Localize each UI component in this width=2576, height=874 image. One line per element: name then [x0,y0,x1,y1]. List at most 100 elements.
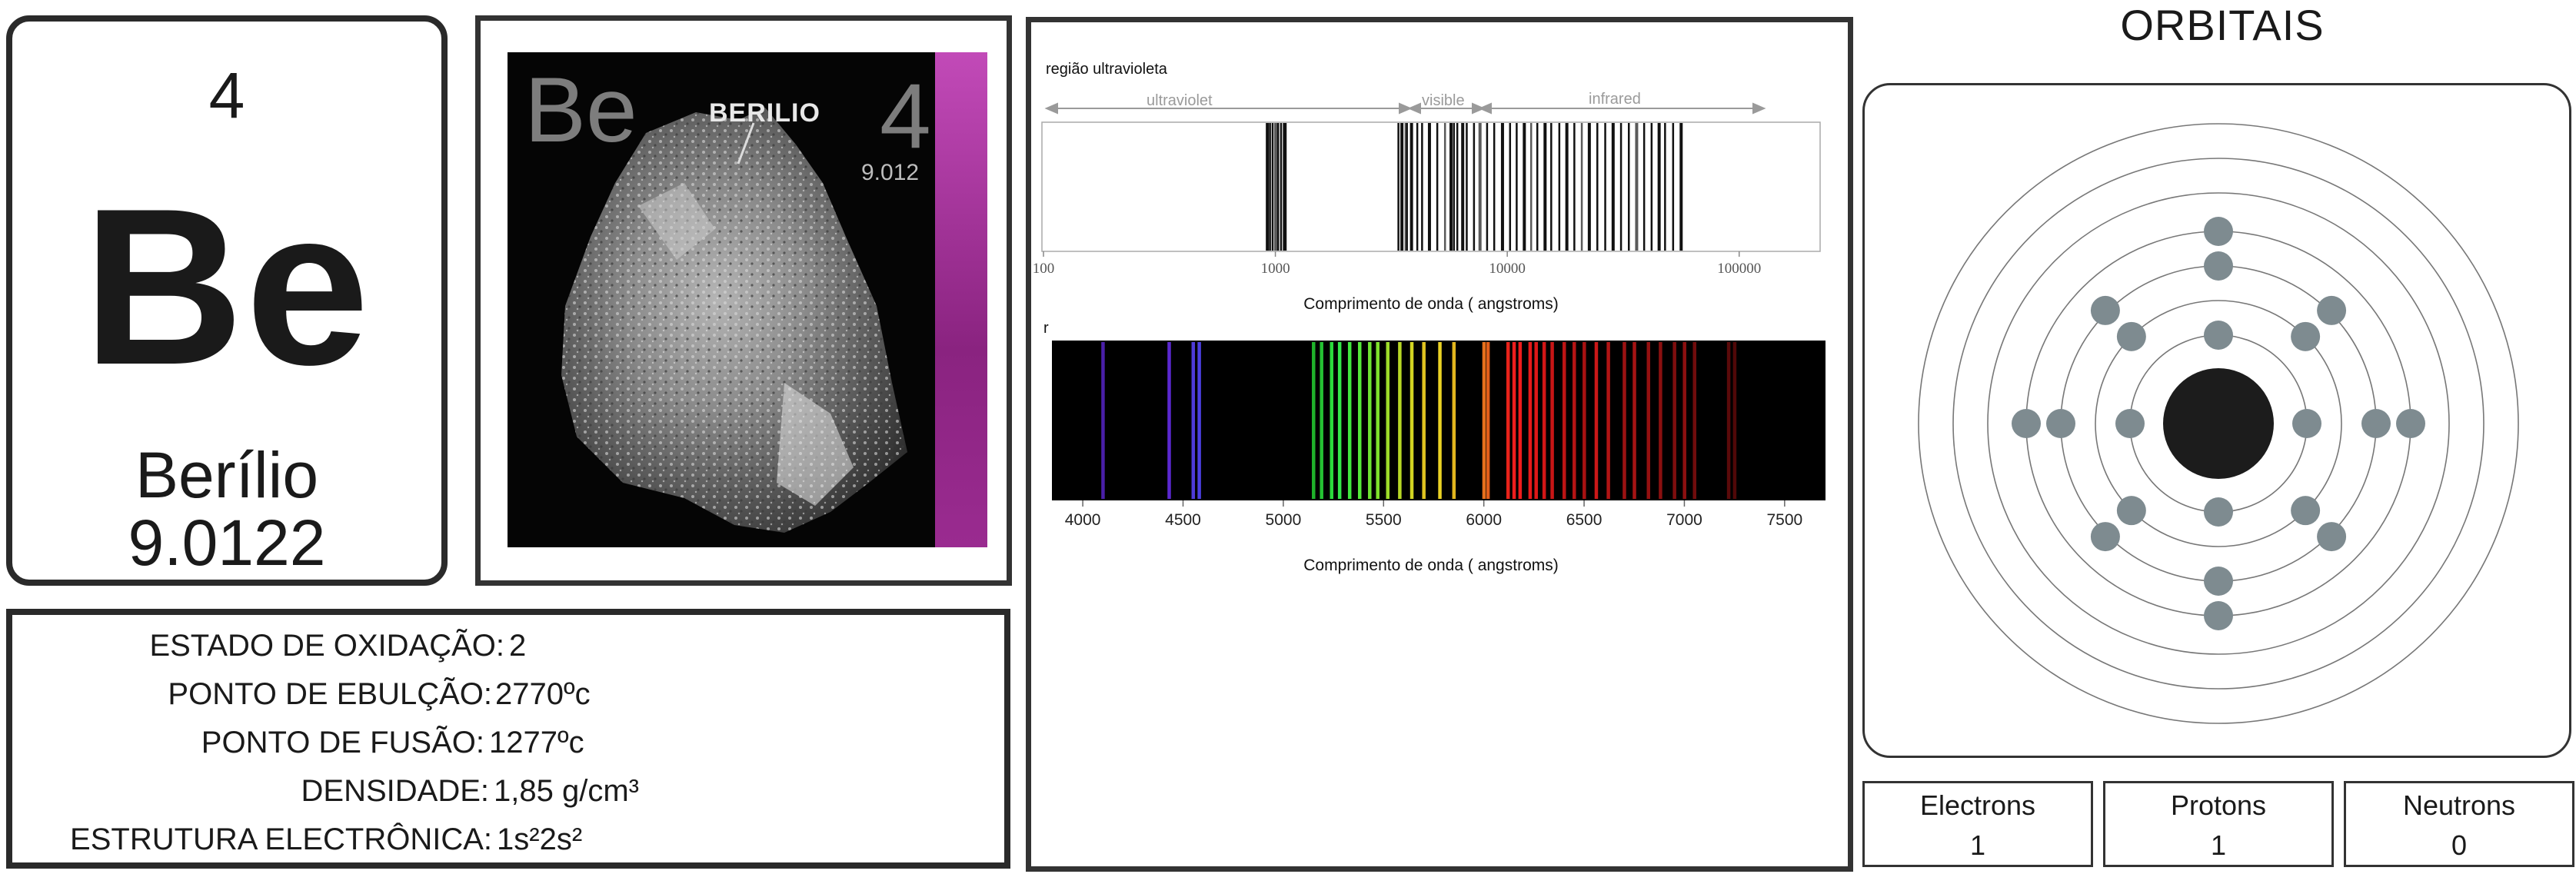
bottom-corner-label: r [1043,320,1049,337]
property-value: 2 [509,629,527,663]
spectral-line [1580,123,1583,251]
photo-symbol: Be [524,58,637,161]
property-value: 1,85 g/cm³ [494,774,639,808]
band-label-infrared: infrared [1589,91,1641,108]
electron [2361,409,2391,438]
spectral-line [1627,123,1630,251]
emission-line [1542,342,1546,499]
emission-line [1726,342,1731,499]
tick-label: 10000 [1489,261,1526,277]
emission-line [1506,342,1510,499]
property-value: 1s²2s² [497,822,583,856]
spectral-line [1453,123,1456,251]
spectral-line [1456,123,1459,251]
atomic-mass: 9.0122 [128,507,326,579]
emission-line [1692,342,1696,499]
emission-line [1672,342,1676,499]
photo-side-strip [935,52,987,547]
spectral-line [1635,123,1639,251]
tick-label: 100000 [1717,261,1761,277]
top-axis-ticks: 100 1000 10000 100000 [1033,251,1761,277]
top-axis-label: Comprimento de onda ( angstroms) [1303,295,1558,313]
spectral-line [1500,123,1504,251]
emission-line [1550,342,1554,499]
tick-label: 1000 [1261,261,1290,277]
emission-line [1357,342,1362,499]
electrons-box: Electrons 1 [1862,781,2093,867]
spectral-line [1509,123,1512,251]
spectral-line [1573,123,1576,251]
property-label: PONTO DE FUSÃO: [201,726,484,759]
emission-line [1101,342,1105,499]
region-title: região ultravioleta [1046,61,1168,78]
property-row: ESTADO DE OXIDAÇÃO: 2 [12,629,1004,667]
emission-line [1197,342,1201,499]
property-row: ESTRUTURA ELECTRÔNICA: 1s²2s² [12,822,1004,861]
nucleus [2163,368,2274,479]
tick-label: 4500 [1165,511,1201,529]
tick-label: 7000 [1666,511,1702,529]
spectral-line [1276,123,1280,251]
emission-line [1594,342,1599,499]
property-label: ESTADO DE OXIDAÇÃO: [149,629,504,663]
protons-title: Protons [2170,789,2267,821]
emission-line [1482,342,1486,499]
photo-number: 4 [880,65,931,168]
emission-line [1646,342,1651,499]
properties-panel: ESTADO DE OXIDAÇÃO: 2 PONTO DE EBULÇÃO: … [6,609,1010,869]
electron [2291,321,2321,351]
spectral-line [1436,123,1439,251]
spectral-line [1596,123,1599,251]
spectral-line [1664,123,1666,251]
spectral-line [1274,123,1278,251]
emission-line [1732,342,1737,499]
tick-label: 5500 [1366,511,1402,529]
emission-line [1330,342,1333,499]
spectral-line [1516,123,1518,251]
spectral-line [1461,123,1465,251]
spectral-line [1523,123,1526,251]
spectral-line [1536,123,1539,251]
neutrons-title: Neutrons [2402,789,2516,821]
emission-line [1312,342,1316,499]
emission-line [1386,342,1390,499]
element-tile: 4 Be Berílio 9.0122 [6,15,448,586]
spectral-line [1650,123,1653,251]
spectral-line [1443,123,1446,251]
emission-line [1562,342,1566,499]
property-value: 1277ºc [489,726,584,759]
bottom-axis-ticks: 4000 4500 5000 5500 6000 6500 7000 7500 [1065,500,1802,529]
emission-line [1320,342,1323,499]
bottom-axis-label: Comprimento de onda ( angstroms) [1303,557,1558,574]
spectral-line [1679,123,1683,251]
bohr-diagram [1918,123,2519,724]
electron [2204,217,2233,246]
emission-line [1632,342,1636,499]
emission-line [1606,342,1610,499]
spectral-line [1550,123,1553,251]
tick-label: 6000 [1466,511,1502,529]
orbital-diagram-box [1862,83,2571,758]
tick-label: 7500 [1766,511,1802,529]
property-label: ESTRUTURA ELECTRÔNICA: [70,822,492,856]
spectral-line [1657,123,1661,251]
property-row: DENSIDADE: 1,85 g/cm³ [12,774,1004,813]
spectral-line [1493,123,1496,251]
spectral-line [1611,123,1615,251]
emission-line [1368,342,1372,499]
tick-label: 5000 [1266,511,1302,529]
beryllium-photo: Be 4 9.012 BERILIO [508,52,987,547]
electron [2204,567,2233,596]
emission-line [1682,342,1686,499]
electron [2090,295,2120,325]
electron [2204,321,2233,350]
emission-line [1622,342,1626,499]
emission-line [1438,342,1442,499]
spectral-line [1604,123,1606,251]
neutrons-value: 0 [2451,829,2468,861]
tick-label: 6500 [1566,511,1603,529]
property-label: DENSIDADE: [301,774,490,808]
neutrons-box: Neutrons 0 [2344,781,2574,867]
electron [2116,496,2146,526]
property-value: 2770ºc [495,677,591,711]
